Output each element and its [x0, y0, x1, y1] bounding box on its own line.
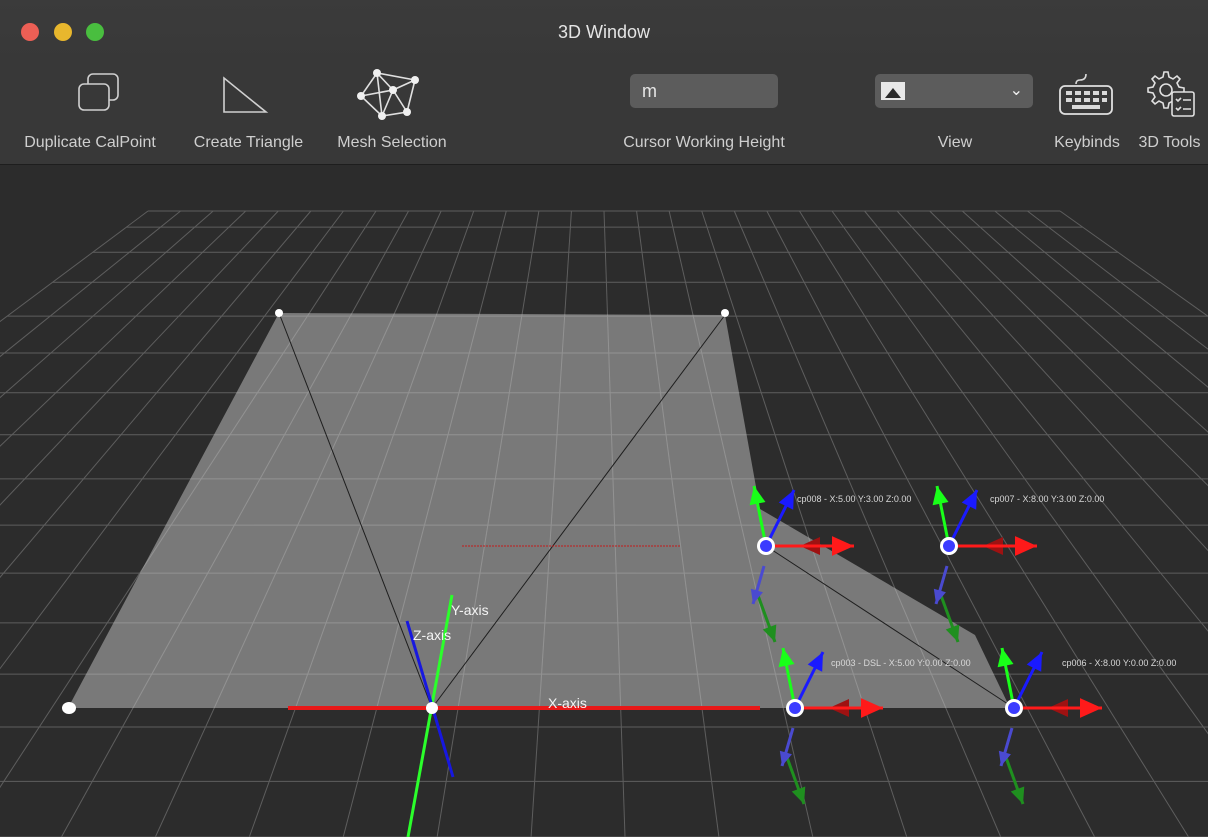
- view-select[interactable]: ⌄: [875, 74, 1033, 108]
- y-handle-negative-head[interactable]: [791, 786, 806, 804]
- origin-point[interactable]: [426, 702, 438, 714]
- calpoint-marker-core[interactable]: [760, 540, 772, 552]
- cursor-working-height-input[interactable]: [630, 74, 778, 108]
- create-triangle-button[interactable]: Create Triangle: [180, 66, 317, 164]
- duplicate-calpoint-label: Duplicate CalPoint: [24, 134, 156, 151]
- duplicate-calpoint-button[interactable]: Duplicate CalPoint: [0, 66, 180, 164]
- grid-line: [1060, 211, 1208, 837]
- grid-line: [961, 210, 1208, 433]
- view-label: View: [937, 134, 973, 151]
- mesh-vertex[interactable]: [275, 309, 283, 317]
- create-triangle-label: Create Triangle: [193, 134, 304, 151]
- grid-line: [0, 210, 149, 323]
- calpoint-label: cp007 - X:8.00 Y:3.00 Z:0.00: [990, 494, 1105, 504]
- calpoint-marker-core[interactable]: [789, 702, 801, 714]
- grid-line: [0, 210, 181, 358]
- mesh-vertex[interactable]: [62, 702, 76, 714]
- z-axis-label: Z-axis: [413, 627, 452, 643]
- grid-line: [929, 313, 1010, 708]
- chevron-down-icon: ⌄: [1009, 82, 1023, 99]
- app-window: 3D Window Duplicate CalPoint Create Tria…: [0, 0, 1208, 837]
- keybinds-button[interactable]: Keybinds: [1043, 66, 1131, 164]
- mesh-icon: [357, 69, 419, 120]
- calpoint-label: cp008 - X:5.00 Y:3.00 Z:0.00: [797, 494, 912, 504]
- grid-line: [994, 210, 1208, 388]
- grid-line: [864, 210, 1208, 632]
- grid-line: [831, 210, 1208, 735]
- gear-tools-icon: [1147, 71, 1195, 117]
- cursor-working-height-label: Cursor Working Height: [623, 134, 785, 151]
- grid-line: [68, 313, 181, 708]
- grid-line: [929, 210, 1208, 487]
- 3d-tools-label: 3D Tools: [1138, 134, 1201, 151]
- x-handle-head[interactable]: [1015, 536, 1037, 556]
- mesh-vertex[interactable]: [721, 309, 729, 317]
- y-handle-head[interactable]: [932, 486, 949, 506]
- x-handle-head[interactable]: [1080, 698, 1102, 718]
- mesh-selection-button[interactable]: Mesh Selection: [317, 66, 467, 164]
- grid-line: [1027, 211, 1208, 837]
- title-bar: 3D Window: [0, 0, 1208, 66]
- triangle-icon: [223, 76, 269, 113]
- view-cube-icon: [881, 82, 905, 100]
- calpoint-marker-core[interactable]: [1008, 702, 1020, 714]
- grid-line: [994, 313, 1010, 708]
- keybinds-label: Keybinds: [1054, 134, 1120, 151]
- toolbar: Duplicate CalPoint Create Triangle Mesh …: [0, 66, 1208, 165]
- y-handle-head[interactable]: [997, 648, 1014, 668]
- grid-line: [799, 210, 1189, 837]
- y-handle-negative-head[interactable]: [1010, 786, 1025, 804]
- x-axis-label: X-axis: [548, 695, 587, 711]
- window-title: 3D Window: [557, 22, 651, 42]
- calpoint-label: cp003 - DSL - X:5.00 Y:0.00 Z:0.00: [831, 658, 971, 668]
- mesh-surface: [68, 313, 1010, 708]
- duplicate-icon: [78, 73, 119, 111]
- cursor-working-height-group: Cursor Working Height: [600, 66, 808, 164]
- view-group: ⌄ View: [875, 66, 1035, 164]
- grid-line: [961, 313, 1010, 708]
- grid-line: [864, 313, 1010, 708]
- calpoint-marker-core[interactable]: [943, 540, 955, 552]
- grid-line: [831, 313, 1010, 708]
- grid-line: [1059, 210, 1208, 317]
- 3d-viewport[interactable]: Y-axis Z-axis X-axis cp008 - X:5.00 Y:3.…: [0, 165, 1208, 837]
- calpoint-label: cp006 - X:8.00 Y:0.00 Z:0.00: [1062, 658, 1177, 668]
- keyboard-icon: [1059, 73, 1113, 115]
- grid-line: [1027, 210, 1208, 350]
- grid-line: [766, 210, 1096, 837]
- x-handle-head[interactable]: [832, 536, 854, 556]
- y-axis-label: Y-axis: [451, 602, 489, 618]
- 3d-tools-button[interactable]: 3D Tools: [1131, 66, 1208, 164]
- mesh-selection-label: Mesh Selection: [337, 134, 447, 151]
